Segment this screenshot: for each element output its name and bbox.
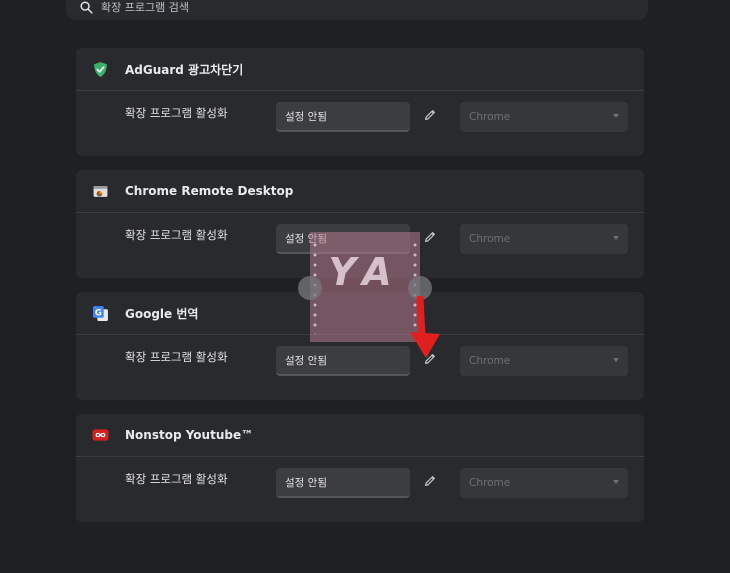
edit-shortcut-button[interactable] bbox=[420, 227, 440, 247]
shield-check-icon bbox=[92, 61, 109, 78]
chevron-down-icon bbox=[613, 480, 619, 484]
extension-name: AdGuard 광고차단기 bbox=[125, 62, 244, 77]
shortcut-label: 확장 프로그램 활성화 bbox=[125, 106, 228, 120]
google-translate-icon: G bbox=[92, 305, 109, 322]
extension-name: Chrome Remote Desktop bbox=[125, 184, 294, 198]
pencil-icon bbox=[425, 110, 435, 120]
extension-name: Nonstop Youtube™ bbox=[125, 428, 254, 442]
search-icon bbox=[80, 0, 93, 14]
extension-card-adguard: AdGuard 광고차단기 확장 프로그램 활성화 설정 안됨 Chrome bbox=[76, 48, 644, 156]
shortcut-value: 설정 안됨 bbox=[285, 354, 327, 367]
edit-shortcut-button[interactable] bbox=[420, 471, 440, 491]
shortcut-row: 확장 프로그램 활성화 설정 안됨 Chrome bbox=[76, 335, 644, 400]
red-arrow-icon bbox=[410, 296, 440, 358]
shortcut-row: 확장 프로그램 활성화 설정 안됨 Chrome bbox=[76, 91, 644, 156]
extension-header: Nonstop Youtube™ bbox=[76, 414, 644, 457]
chevron-down-icon bbox=[613, 358, 619, 362]
shortcut-input[interactable]: 설정 안됨 bbox=[276, 102, 410, 132]
nonstop-youtube-icon bbox=[92, 427, 109, 444]
remote-desktop-icon bbox=[92, 183, 109, 200]
shortcut-row: 확장 프로그램 활성화 설정 안됨 Chrome bbox=[76, 457, 644, 522]
shortcut-value: 설정 안됨 bbox=[285, 476, 327, 489]
scope-select[interactable]: Chrome bbox=[460, 346, 628, 376]
scope-value: Chrome bbox=[469, 233, 511, 245]
search-input[interactable] bbox=[99, 0, 403, 15]
scope-value: Chrome bbox=[469, 111, 511, 123]
extension-name: Google 번역 bbox=[125, 306, 199, 321]
pencil-icon bbox=[425, 232, 435, 242]
scope-select[interactable]: Chrome bbox=[460, 468, 628, 498]
shortcut-value: 설정 안됨 bbox=[285, 110, 327, 123]
shortcut-input[interactable]: 설정 안됨 bbox=[276, 346, 410, 376]
search-bar[interactable] bbox=[66, 0, 648, 20]
edit-shortcut-button[interactable] bbox=[420, 105, 440, 125]
shortcut-label: 확장 프로그램 활성화 bbox=[125, 472, 228, 486]
pencil-icon bbox=[425, 476, 435, 486]
shortcut-input[interactable]: 설정 안됨 bbox=[276, 468, 410, 498]
svg-text:G: G bbox=[95, 308, 102, 318]
shortcut-label: 확장 프로그램 활성화 bbox=[125, 350, 228, 364]
chevron-down-icon bbox=[613, 114, 619, 118]
watermark-logo: YA bbox=[298, 232, 432, 342]
shortcut-label: 확장 프로그램 활성화 bbox=[125, 228, 228, 242]
chevron-down-icon bbox=[613, 236, 619, 240]
extension-header: Chrome Remote Desktop bbox=[76, 170, 644, 213]
scope-select[interactable]: Chrome bbox=[460, 224, 628, 254]
extension-header: AdGuard 광고차단기 bbox=[76, 48, 644, 91]
scope-select[interactable]: Chrome bbox=[460, 102, 628, 132]
extension-card-nonstop-youtube: Nonstop Youtube™ 확장 프로그램 활성화 설정 안됨 Chrom… bbox=[76, 414, 644, 522]
watermark-text: YA bbox=[328, 250, 402, 294]
scope-value: Chrome bbox=[469, 477, 511, 489]
scope-value: Chrome bbox=[469, 355, 511, 367]
